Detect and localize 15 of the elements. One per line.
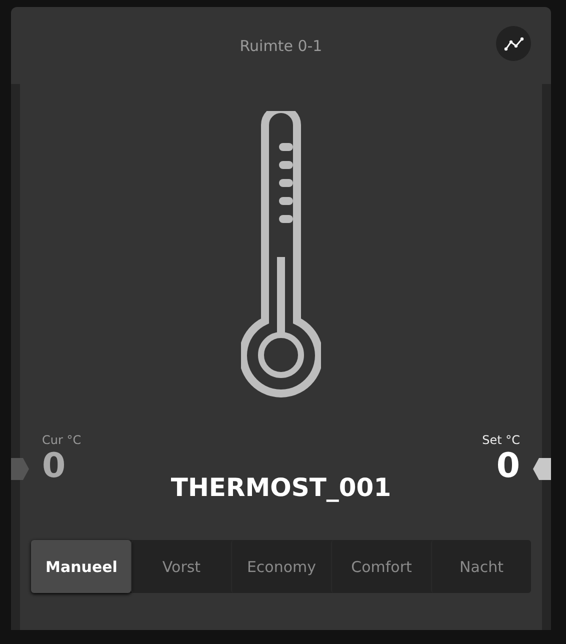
setpoint-value: 0 <box>496 447 520 485</box>
mode-tab[interactable]: Vorst <box>131 540 231 593</box>
device-name: THERMOST_001 <box>170 473 392 502</box>
current-temp-label: Cur °C <box>42 433 82 447</box>
mode-tab[interactable]: Manueel <box>31 540 131 593</box>
current-temp-value: 0 <box>42 447 66 485</box>
setpoint-label: Set °C <box>482 433 520 447</box>
mode-tab[interactable]: Nacht <box>431 540 531 593</box>
mode-tab[interactable]: Economy <box>231 540 331 593</box>
room-title: Ruimte 0-1 <box>240 37 322 57</box>
slider-handle[interactable] <box>533 458 551 480</box>
line-chart-icon <box>504 36 524 50</box>
slider-handle[interactable] <box>11 458 29 480</box>
mode-tab[interactable]: Comfort <box>331 540 431 593</box>
chart-button[interactable] <box>496 26 531 61</box>
